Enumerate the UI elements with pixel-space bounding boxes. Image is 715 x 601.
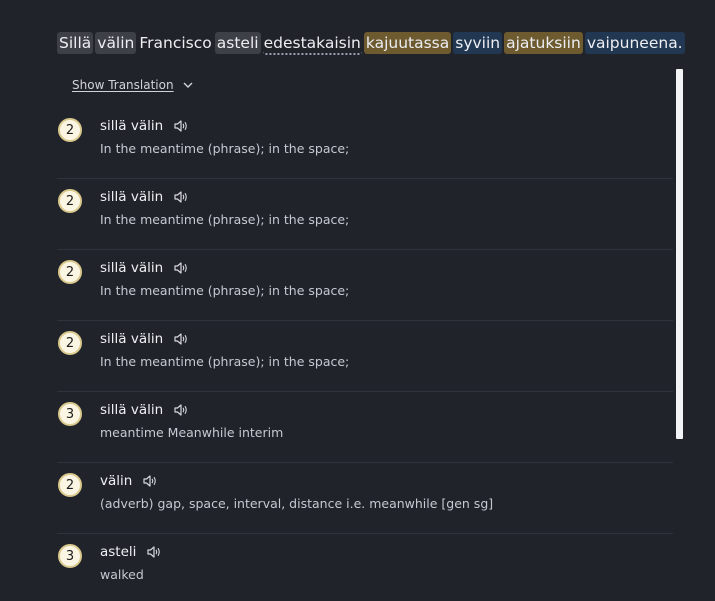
entry-term: sillä välin <box>100 331 164 347</box>
sentence-word[interactable]: Sillä <box>57 32 94 54</box>
entry-definition: In the meantime (phrase); in the space; <box>100 141 350 156</box>
speaker-icon[interactable] <box>173 261 189 275</box>
entry-term: sillä välin <box>100 118 164 134</box>
entry-definition: meantime Meanwhile interim <box>100 425 284 440</box>
sentence-word[interactable]: asteli <box>214 32 261 54</box>
show-translation-toggle[interactable]: Show Translation <box>72 78 194 92</box>
chevron-down-icon <box>183 82 193 88</box>
speaker-icon[interactable] <box>173 190 189 204</box>
speaker-icon[interactable] <box>173 403 189 417</box>
entry-term: sillä välin <box>100 189 164 205</box>
definition-entry: 3 sillä välin meantime Meanwhile interim <box>57 392 673 463</box>
speaker-icon[interactable] <box>173 332 189 346</box>
entry-definition: (adverb) gap, space, interval, distance … <box>100 496 494 511</box>
entry-term: sillä välin <box>100 260 164 276</box>
speaker-icon[interactable] <box>173 119 189 133</box>
entry-definition: In the meantime (phrase); in the space; <box>100 212 350 227</box>
level-badge[interactable]: 2 <box>58 331 82 355</box>
definition-entry: 2 sillä välin In the meantime (phrase); … <box>57 250 673 321</box>
level-badge[interactable]: 2 <box>58 473 82 497</box>
show-translation-label: Show Translation <box>72 78 174 92</box>
definition-entry: 2 sillä välin In the meantime (phrase); … <box>57 179 673 250</box>
sentence-word[interactable]: syviin <box>453 32 503 54</box>
speaker-icon[interactable] <box>146 545 162 559</box>
sentence-word[interactable]: välin <box>95 32 137 54</box>
entry-definition: walked <box>100 567 144 582</box>
entry-term: välin <box>100 473 133 489</box>
sentence-word[interactable]: edestakaisin <box>262 34 362 55</box>
definition-entry: 2 sillä välin In the meantime (phrase); … <box>57 108 673 179</box>
entry-term: sillä välin <box>100 402 164 418</box>
sentence-word[interactable]: vaipuneena. <box>584 32 685 54</box>
level-badge[interactable]: 2 <box>58 118 82 142</box>
definition-entry: 2 välin (adverb) gap, space, interval, d… <box>57 463 673 534</box>
level-badge[interactable]: 3 <box>58 402 82 426</box>
level-badge[interactable]: 2 <box>58 260 82 284</box>
definition-entry: 3 asteli walked <box>57 534 673 601</box>
sentence-word[interactable]: ajatuksiin <box>504 32 583 54</box>
reader-page: Sillä välin Francisco asteli edestakaisin kaj… <box>0 0 715 601</box>
entry-term: asteli <box>100 544 137 560</box>
sentence-word[interactable]: Francisco <box>138 32 212 54</box>
entry-definition: In the meantime (phrase); in the space; <box>100 283 350 298</box>
speaker-icon[interactable] <box>142 474 158 488</box>
definition-entry: 2 sillä välin In the meantime (phrase); … <box>57 321 673 392</box>
entry-definition: In the meantime (phrase); in the space; <box>100 354 350 369</box>
sentence-word[interactable]: kajuutassa <box>363 32 452 54</box>
definition-list: 2 sillä välin In the meantime (phrase); … <box>57 108 673 601</box>
level-badge[interactable]: 3 <box>58 544 82 568</box>
scrollbar[interactable] <box>676 69 683 439</box>
level-badge[interactable]: 2 <box>58 189 82 213</box>
sentence: Sillä välin Francisco asteli edestakaisin kaj… <box>57 32 687 55</box>
